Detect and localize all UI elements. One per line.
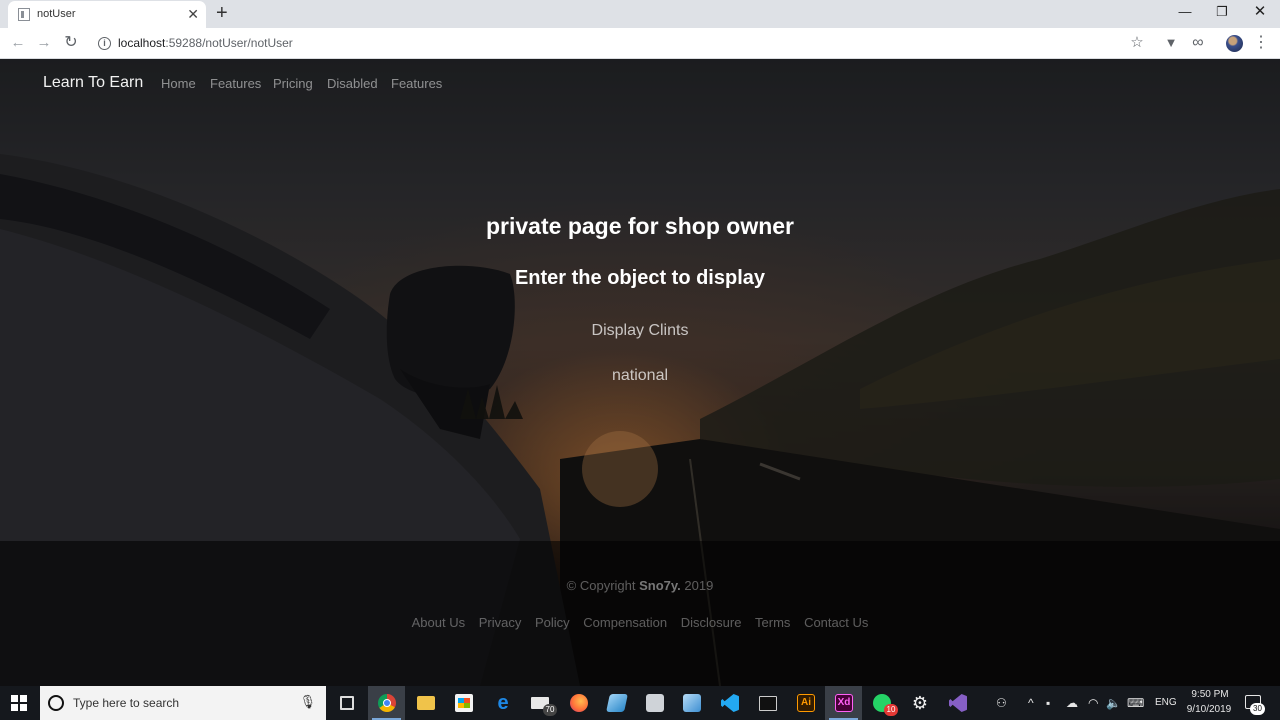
footer-link-policy[interactable]: Policy [535,615,570,630]
footer-link-about[interactable]: About Us [412,615,465,630]
browser-tab-strip: notUser ✕ + — ❐ ✕ [0,0,1280,28]
settings-gear-icon[interactable]: ⚙ [901,686,938,720]
taskbar-search-placeholder: Type here to search [73,696,180,710]
edge-icon[interactable]: e [484,686,521,720]
hero-title: private page for shop owner [486,213,794,239]
tab-close-icon[interactable]: ✕ [187,5,199,23]
window-maximize-button[interactable]: ❐ [1212,2,1232,22]
chrome-taskbar-icon[interactable] [368,686,405,720]
illustrator-icon[interactable]: Ai [787,686,824,720]
cloud-icon[interactable]: ☁ [1066,695,1078,711]
app-blue-icon[interactable] [598,686,635,720]
new-tab-button[interactable]: + [216,3,228,23]
nav-link-features-2[interactable]: Features [391,76,442,91]
kebab-menu-icon[interactable]: ⋮ [1251,33,1271,53]
site-footer: © Copyright Sno7y. 2019 About Us Privacy… [0,541,1280,686]
wifi-icon[interactable]: ◠ [1088,695,1098,711]
nav-link-disabled[interactable]: Disabled [327,76,378,91]
input-language[interactable]: ENG [1155,697,1177,708]
mail-icon[interactable]: 70 [521,686,558,720]
app-gray-icon[interactable] [636,686,673,720]
whatsapp-unread-badge: 10 [884,704,898,716]
3d-viewer-icon[interactable] [673,686,710,720]
url-host: localhost [118,36,166,50]
copyright-name: Sno7y. [639,578,681,593]
file-explorer-icon[interactable] [407,686,444,720]
footer-link-privacy[interactable]: Privacy [479,615,522,630]
windows-taskbar: Type here to search 🎙 e 70 Ai Xd 10 ⚙ ⚇ … [0,686,1280,720]
page-favicon-icon [18,8,30,21]
display-clients-link[interactable]: Display Clints [0,322,1280,340]
tray-chevron-up-icon[interactable]: ^ [1028,695,1034,711]
back-arrow-icon[interactable]: ← [8,33,28,53]
footer-links: About Us Privacy Policy Compensation Dis… [0,615,1280,630]
extension-icon[interactable]: ▼ [1161,33,1181,53]
windows-start-icon[interactable] [11,695,27,711]
notification-count-badge: 30 [1250,703,1265,715]
tray-app-icon[interactable]: ▪ [1046,695,1050,711]
whatsapp-icon[interactable]: 10 [863,686,900,720]
nav-link-features[interactable]: Features [210,76,261,91]
window-close-button[interactable]: ✕ [1250,2,1270,22]
adobe-xd-icon[interactable]: Xd [825,686,862,720]
star-icon[interactable]: ☆ [1127,33,1147,53]
national-link[interactable]: national [0,367,1280,385]
infinity-extension-icon[interactable]: ∞ [1188,33,1208,53]
copyright-text: © Copyright Sno7y. 2019 [0,578,1280,593]
reload-icon[interactable]: ↻ [61,33,81,53]
window-minimize-button[interactable]: — [1175,2,1195,22]
address-bar[interactable]: localhost:59288/notUser/notUser [118,36,293,50]
firefox-icon[interactable] [560,686,597,720]
site-navbar: Learn To Earn Home Features Pricing Disa… [0,59,1280,107]
visual-studio-icon[interactable] [939,686,976,720]
keyboard-icon[interactable]: ⌨ [1127,695,1144,711]
profile-avatar[interactable] [1226,35,1243,52]
vscode-icon[interactable] [711,686,748,720]
volume-icon[interactable]: 🔈 [1106,695,1121,711]
store-icon[interactable] [445,686,482,720]
nav-link-home[interactable]: Home [161,76,196,91]
mail-unread-badge: 70 [543,704,557,716]
footer-link-disclosure[interactable]: Disclosure [681,615,742,630]
taskbar-search-box[interactable]: Type here to search 🎙 [40,686,326,720]
tab-title: notUser [37,8,76,20]
site-brand[interactable]: Learn To Earn [43,74,143,92]
nav-link-pricing[interactable]: Pricing [273,76,313,91]
browser-tab[interactable]: notUser ✕ [8,1,206,28]
microphone-icon[interactable]: 🎙 [299,694,316,710]
hero-subtitle: Enter the object to display [514,267,766,289]
footer-link-contact[interactable]: Contact Us [804,615,868,630]
copyright-year: 2019 [680,578,714,593]
people-icon[interactable]: ⚇ [996,695,1007,711]
task-view-icon[interactable] [328,686,365,720]
footer-link-terms[interactable]: Terms [755,615,790,630]
page-viewport: Learn To Earn Home Features Pricing Disa… [0,59,1280,686]
footer-link-compensation[interactable]: Compensation [583,615,667,630]
copyright-prefix: © Copyright [566,578,640,593]
cortana-icon [48,695,64,711]
forward-arrow-icon[interactable]: → [34,33,54,53]
browser-toolbar: ← → ↻ i localhost:59288/notUser/notUser … [0,28,1280,59]
terminal-icon[interactable] [749,686,786,720]
url-path: :59288/notUser/notUser [165,36,293,50]
clock-date[interactable]: 9/10/2019 [1184,704,1234,715]
info-icon[interactable]: i [98,37,111,50]
clock-time[interactable]: 9:50 PM [1186,689,1234,700]
